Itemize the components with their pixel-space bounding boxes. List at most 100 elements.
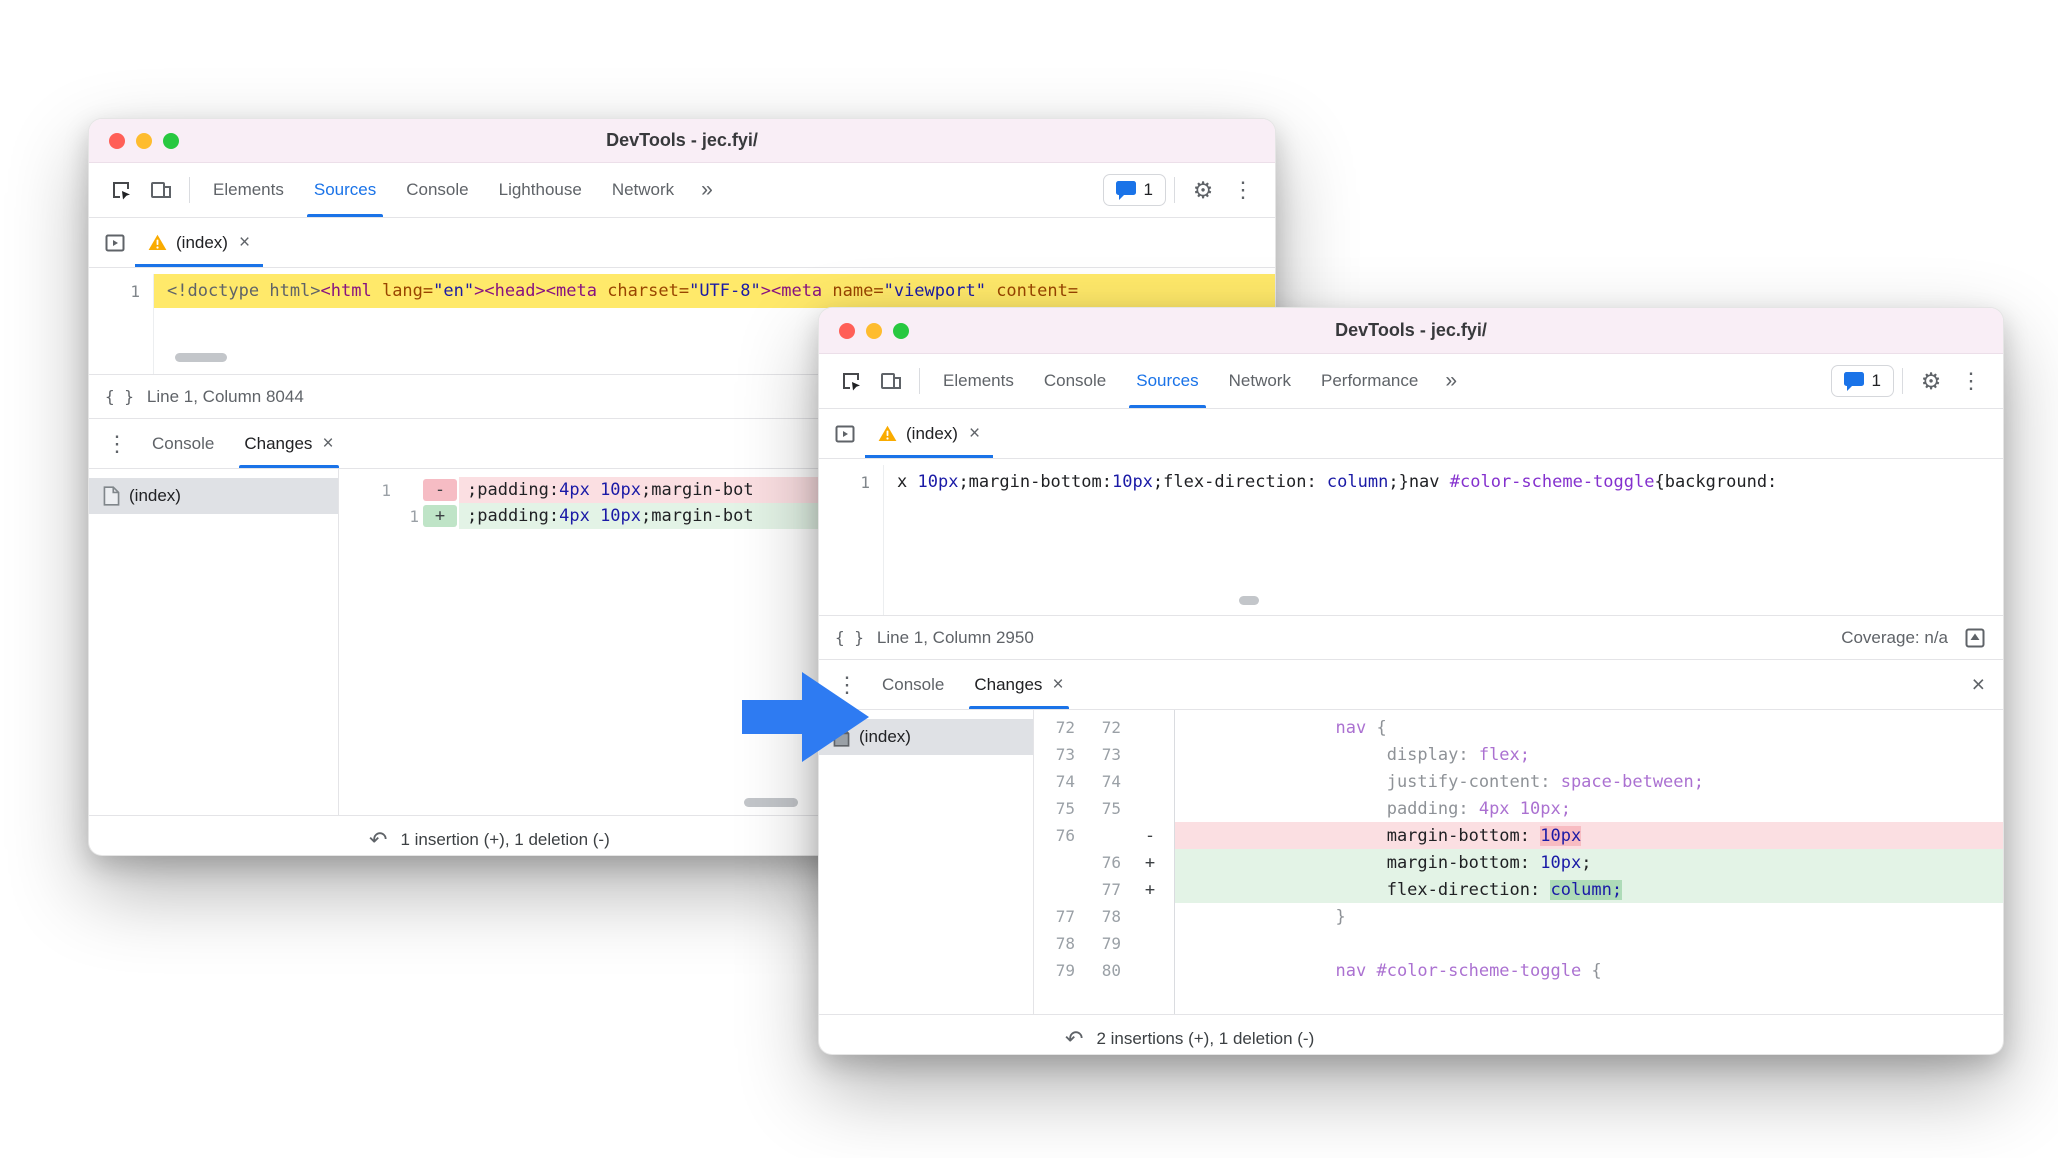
- tab-console[interactable]: Console: [1029, 354, 1121, 408]
- more-tabs-button[interactable]: »: [689, 163, 725, 217]
- minimize-window-button[interactable]: [866, 322, 882, 339]
- navigator-toggle-icon[interactable]: [95, 223, 135, 263]
- drawer-menu-icon[interactable]: ⋮: [97, 424, 137, 464]
- drawer-tab-strip: ⋮ Console Changes × ×: [819, 660, 2003, 710]
- close-file-tab-icon[interactable]: ×: [239, 232, 250, 254]
- diff-sign: [1126, 768, 1174, 795]
- fullscreen-window-button[interactable]: [893, 322, 909, 339]
- code-token: 10px: [1540, 825, 1582, 846]
- horizontal-scrollbar-thumb[interactable]: [744, 798, 798, 807]
- diff-code: margin-bottom: 10px: [1174, 822, 2003, 849]
- tab-elements[interactable]: Elements: [928, 354, 1029, 408]
- code-line: 1 <!doctype html> <html lang= "en" > <head> <…: [89, 274, 1275, 308]
- close-window-button[interactable]: [109, 132, 125, 149]
- old-line-number: [1034, 876, 1080, 903]
- close-window-button[interactable]: [839, 322, 855, 339]
- issues-badge[interactable]: 1: [1830, 365, 1894, 397]
- drawer-tab-changes[interactable]: Changes ×: [959, 660, 1078, 709]
- desktop-background: DevTools - jec.fyi/ Elements Sources Con…: [0, 0, 2058, 1158]
- diff-row: 74 74 justify-content: space-between;: [1034, 768, 2003, 795]
- cursor-position: Line 1, Column 2950: [876, 627, 1034, 647]
- tab-sources[interactable]: Sources: [299, 163, 391, 217]
- code-token: ;margin-bot: [641, 506, 754, 526]
- fullscreen-window-button[interactable]: [163, 132, 179, 149]
- file-icon: [103, 486, 120, 506]
- coverage-reveal-icon[interactable]: [1963, 626, 1987, 650]
- code-token: column: [1326, 472, 1389, 492]
- inspect-element-icon[interactable]: [101, 170, 141, 210]
- tab-network[interactable]: Network: [597, 163, 689, 217]
- new-line-number: 78: [1101, 907, 1121, 926]
- close-changes-tab-icon[interactable]: ×: [1052, 674, 1063, 696]
- minimize-window-button[interactable]: [136, 132, 152, 149]
- file-tab-index[interactable]: (index) ×: [135, 218, 264, 267]
- file-list-item-index[interactable]: (index): [89, 478, 338, 514]
- code-token: #color-scheme-toggle: [1376, 960, 1582, 981]
- drawer-tab-label: Changes: [974, 674, 1043, 694]
- old-line-number: 73: [1055, 745, 1075, 764]
- device-toolbar-icon[interactable]: [871, 361, 911, 401]
- drawer-tab-changes[interactable]: Changes ×: [229, 419, 348, 468]
- pretty-print-icon[interactable]: { }: [105, 387, 134, 406]
- device-toolbar-icon[interactable]: [141, 170, 181, 210]
- toolbar-divider: [1902, 368, 1903, 394]
- diff-code: }: [1174, 903, 2003, 930]
- window-title: DevTools - jec.fyi/: [606, 130, 758, 150]
- tab-network[interactable]: Network: [1214, 354, 1306, 408]
- diff-row: 76 - margin-bottom: 10px: [1034, 822, 2003, 849]
- diff-code: flex-direction: column;: [1174, 876, 2003, 903]
- diff-sign: [1126, 795, 1174, 822]
- settings-gear-icon[interactable]: ⚙: [1183, 170, 1223, 210]
- tab-performance[interactable]: Performance: [1306, 354, 1433, 408]
- inspect-element-icon[interactable]: [831, 361, 871, 401]
- close-changes-tab-icon[interactable]: ×: [322, 433, 333, 455]
- more-options-icon[interactable]: ⋮: [1223, 170, 1263, 210]
- revert-icon[interactable]: ↶: [1065, 1026, 1083, 1052]
- panel-tabs: Elements Console Sources Network Perform…: [928, 354, 1469, 408]
- code-token: 10px: [1111, 472, 1153, 492]
- navigator-toggle-icon[interactable]: [825, 414, 865, 454]
- devtools-window-front: DevTools - jec.fyi/ Elements Console Sou…: [818, 307, 2004, 1055]
- tab-sources[interactable]: Sources: [1121, 354, 1213, 408]
- diff-sign: +: [1144, 852, 1156, 873]
- more-tabs-button[interactable]: »: [1433, 354, 1469, 408]
- code-text: <!doctype html> <html lang= "en" > <head> <me…: [153, 274, 1275, 308]
- new-line-number: 74: [1101, 772, 1121, 791]
- drawer-tab-console[interactable]: Console: [867, 660, 959, 709]
- settings-gear-icon[interactable]: ⚙: [1911, 361, 1951, 401]
- close-drawer-icon[interactable]: ×: [1962, 671, 1995, 698]
- diff-row: 79 80 nav #color-scheme-toggle {: [1034, 957, 2003, 984]
- old-line-number: 74: [1055, 772, 1075, 791]
- tab-elements[interactable]: Elements: [198, 163, 299, 217]
- code-token: margin-bottom:: [1386, 825, 1541, 846]
- diff-row: 73 73 display: flex;: [1034, 741, 2003, 768]
- pretty-print-icon[interactable]: { }: [835, 628, 864, 647]
- panel-tabs: Elements Sources Console Lighthouse Netw…: [198, 163, 725, 217]
- old-line-number: 77: [1055, 907, 1075, 926]
- file-tab-label: (index): [906, 423, 958, 443]
- new-line-number: 79: [1101, 934, 1121, 953]
- horizontal-scrollbar-thumb[interactable]: [175, 353, 227, 362]
- tab-console[interactable]: Console: [391, 163, 483, 217]
- tab-lighthouse[interactable]: Lighthouse: [484, 163, 597, 217]
- drawer-tab-console[interactable]: Console: [137, 419, 229, 468]
- diff-row: 75 75 padding: 4px 10px;: [1034, 795, 2003, 822]
- horizontal-scrollbar-thumb[interactable]: [1239, 596, 1259, 605]
- main-toolbar: Elements Sources Console Lighthouse Netw…: [89, 163, 1275, 218]
- issues-badge[interactable]: 1: [1102, 174, 1166, 206]
- code-token: space-between;: [1560, 771, 1704, 792]
- code-token: ;padding:: [467, 480, 560, 500]
- revert-icon[interactable]: ↶: [369, 827, 387, 853]
- close-file-tab-icon[interactable]: ×: [969, 423, 980, 445]
- blue-arrow: [742, 672, 869, 762]
- code-token: column;: [1550, 879, 1623, 900]
- old-line-number: 78: [1055, 934, 1075, 953]
- more-options-icon[interactable]: ⋮: [1951, 361, 1991, 401]
- titlebar: DevTools - jec.fyi/: [89, 119, 1275, 163]
- file-tab-index[interactable]: (index) ×: [865, 409, 994, 458]
